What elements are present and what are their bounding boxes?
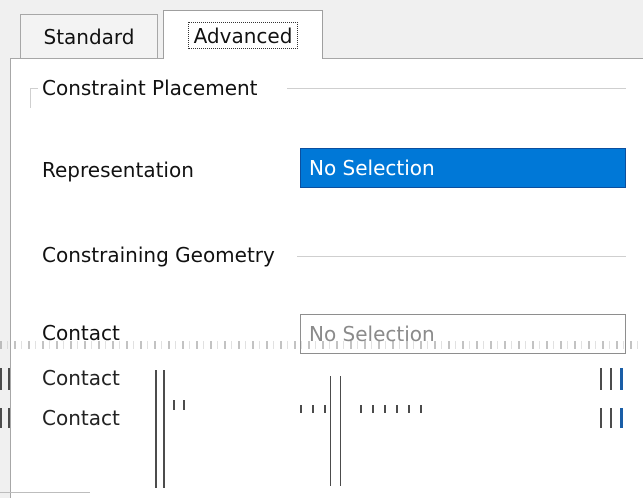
bottom-rule bbox=[0, 492, 90, 493]
render-glitch-mid-5 bbox=[324, 405, 326, 413]
render-glitch-right-1 bbox=[600, 368, 602, 390]
render-glitch-center-3 bbox=[173, 400, 175, 410]
render-glitch-left-4 bbox=[8, 408, 10, 428]
render-glitch-right-blue-2 bbox=[620, 408, 623, 428]
constraint-placement-top-border-right bbox=[287, 88, 626, 89]
render-glitch-right-4 bbox=[610, 408, 612, 428]
render-glitch-mid-1 bbox=[330, 376, 331, 486]
contact-label-3: Contact bbox=[42, 406, 120, 430]
render-glitch-right-3 bbox=[600, 408, 602, 428]
constraining-geometry-title: Constraining Geometry bbox=[42, 245, 285, 265]
render-glitch-left-1 bbox=[0, 368, 2, 390]
render-glitch-right-blue-1 bbox=[620, 368, 623, 390]
render-glitch-center-4 bbox=[183, 400, 185, 410]
render-glitch-mid-4 bbox=[312, 405, 314, 413]
advanced-tab-panel bbox=[10, 58, 643, 498]
tab-advanced-label: Advanced bbox=[187, 21, 299, 49]
render-glitch-mid-7 bbox=[372, 405, 374, 413]
render-glitch-left-3 bbox=[0, 408, 2, 428]
representation-selector-value: No Selection bbox=[309, 156, 435, 180]
tab-advanced[interactable]: Advanced bbox=[163, 10, 323, 59]
render-glitch-mid-6 bbox=[360, 405, 362, 413]
render-glitch-mid-2 bbox=[340, 376, 341, 486]
representation-label: Representation bbox=[42, 158, 194, 182]
tab-standard[interactable]: Standard bbox=[20, 14, 158, 58]
render-glitch-mid-3 bbox=[300, 405, 302, 413]
render-glitch-mid-11 bbox=[420, 405, 422, 413]
render-glitch-center-1 bbox=[155, 370, 157, 488]
representation-selector[interactable]: No Selection bbox=[300, 148, 626, 188]
render-glitch-mid-9 bbox=[396, 405, 398, 413]
contact-label-2: Contact bbox=[42, 366, 120, 390]
render-glitch-mid-10 bbox=[408, 405, 410, 413]
tab-standard-label: Standard bbox=[43, 24, 135, 49]
constraint-placement-title: Constraint Placement bbox=[42, 78, 268, 98]
contact-label-1: Contact bbox=[42, 321, 120, 345]
render-glitch-left-2 bbox=[8, 368, 10, 390]
render-noise-band bbox=[0, 341, 643, 349]
render-glitch-center-2 bbox=[163, 370, 165, 488]
render-glitch-right-2 bbox=[610, 368, 612, 390]
constraining-geometry-top-border-right bbox=[297, 256, 626, 257]
constraint-placement-top-border-left bbox=[30, 88, 38, 89]
render-glitch-mid-8 bbox=[384, 405, 386, 413]
constraint-placement-left-border bbox=[30, 88, 31, 108]
